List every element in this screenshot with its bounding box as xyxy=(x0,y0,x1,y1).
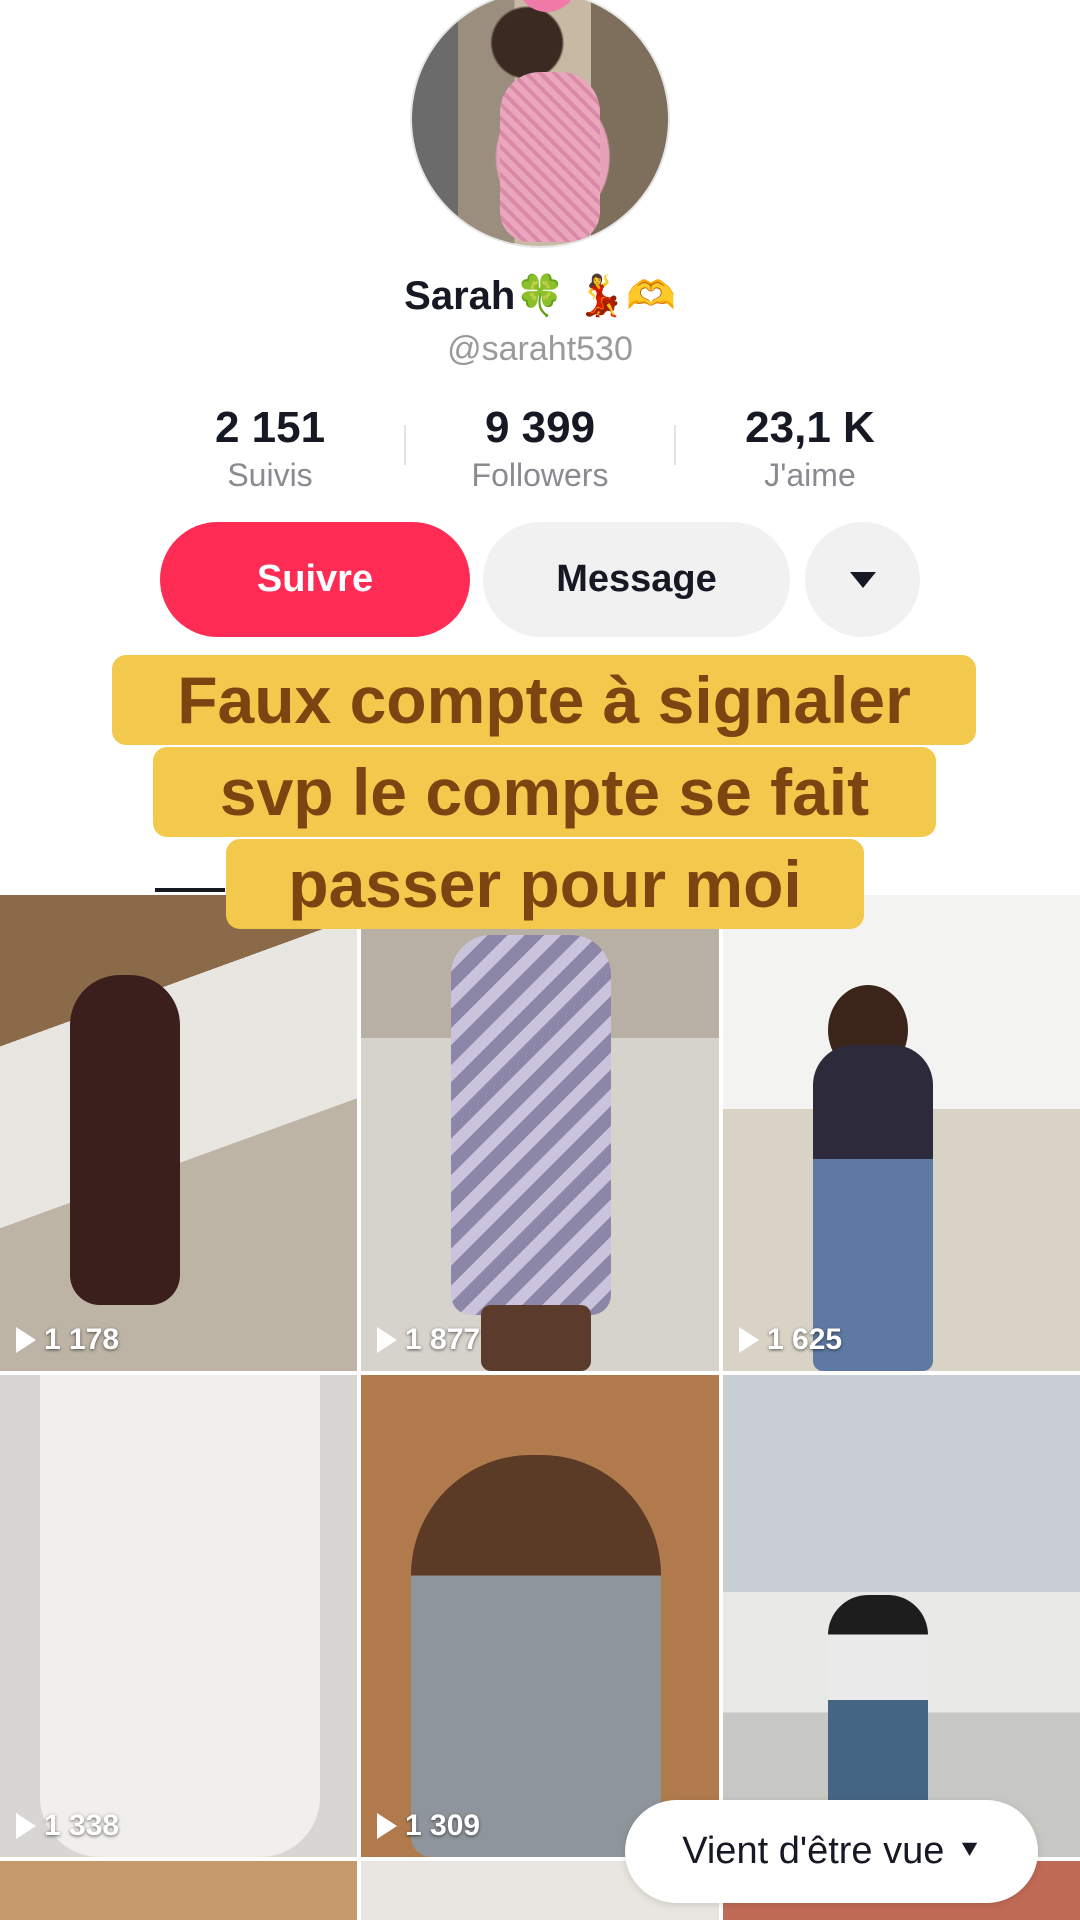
view-count-value: 1 338 xyxy=(44,1809,120,1842)
avatar-hat xyxy=(517,0,577,12)
follow-button[interactable]: Suivre xyxy=(160,522,470,637)
caret-down-icon xyxy=(849,571,876,588)
stat-likes-label: J'aime xyxy=(764,457,856,493)
video-tile[interactable] xyxy=(0,1861,357,1920)
view-count-value: 1 309 xyxy=(405,1809,481,1842)
video-tile[interactable]: 1 625 xyxy=(723,895,1080,1371)
video-thumbnail xyxy=(70,975,180,1305)
view-count: 1 625 xyxy=(739,1323,842,1357)
stat-following[interactable]: 2 151 Suivis xyxy=(160,403,380,494)
caption-overlay: Faux compte à signaler svp le compte se … xyxy=(0,655,1080,950)
stat-following-label: Suivis xyxy=(227,457,313,493)
view-count: 1 877 xyxy=(377,1323,480,1357)
video-thumbnail-detail xyxy=(481,1305,591,1371)
profile-stats: 2 151 Suivis 9 399 Followers 23,1 K J'ai… xyxy=(0,403,1080,493)
view-count-value: 1 178 xyxy=(44,1323,120,1356)
stat-followers-label: Followers xyxy=(471,457,609,493)
message-button[interactable]: Message xyxy=(483,522,790,637)
video-tile[interactable]: 1 877 xyxy=(361,895,719,1371)
play-icon xyxy=(16,1327,36,1353)
stats-divider xyxy=(404,425,406,465)
caption-line: svp le compte se fait xyxy=(153,747,936,837)
profile-handle: @saraht530 xyxy=(447,330,633,368)
view-count: 1 309 xyxy=(377,1809,480,1843)
profile-avatar[interactable] xyxy=(410,0,670,248)
stat-followers-value: 9 399 xyxy=(484,403,596,452)
stats-divider xyxy=(674,425,676,465)
view-count: 1 178 xyxy=(16,1323,119,1357)
video-tile[interactable]: 1 338 xyxy=(0,1375,357,1857)
video-tile[interactable] xyxy=(723,1375,1080,1857)
view-count-value: 1 625 xyxy=(767,1323,843,1356)
video-grid: 1 178 1 877 1 625 1 338 1 309 xyxy=(0,895,1080,1920)
avatar-figure xyxy=(500,72,600,242)
stat-likes[interactable]: 23,1 K J'aime xyxy=(700,403,920,494)
recently-viewed-label: Vient d'être vue xyxy=(682,1830,945,1872)
stat-followers[interactable]: 9 399 Followers xyxy=(430,403,650,494)
double-chevron-down-icon: ⯆ xyxy=(958,1835,981,1866)
stat-likes-value: 23,1 K xyxy=(745,403,875,452)
video-tile[interactable]: 1 178 xyxy=(0,895,357,1371)
play-icon xyxy=(16,1813,36,1839)
caption-line: Faux compte à signaler xyxy=(112,655,976,745)
more-options-button[interactable] xyxy=(805,522,920,637)
play-icon xyxy=(739,1327,759,1353)
recently-viewed-button[interactable]: Vient d'être vue ⯆ xyxy=(625,1800,1038,1903)
view-count-value: 1 877 xyxy=(405,1323,481,1356)
video-thumbnail xyxy=(40,1375,320,1857)
profile-display-name: Sarah🍀 💃🫶 xyxy=(404,274,676,318)
caption-line: passer pour moi xyxy=(226,839,864,929)
stat-following-value: 2 151 xyxy=(214,403,326,452)
video-thumbnail xyxy=(451,935,611,1315)
video-thumbnail xyxy=(411,1455,661,1857)
play-icon xyxy=(377,1813,397,1839)
play-icon xyxy=(377,1327,397,1353)
video-tile[interactable]: 1 309 xyxy=(361,1375,719,1857)
view-count: 1 338 xyxy=(16,1809,119,1843)
